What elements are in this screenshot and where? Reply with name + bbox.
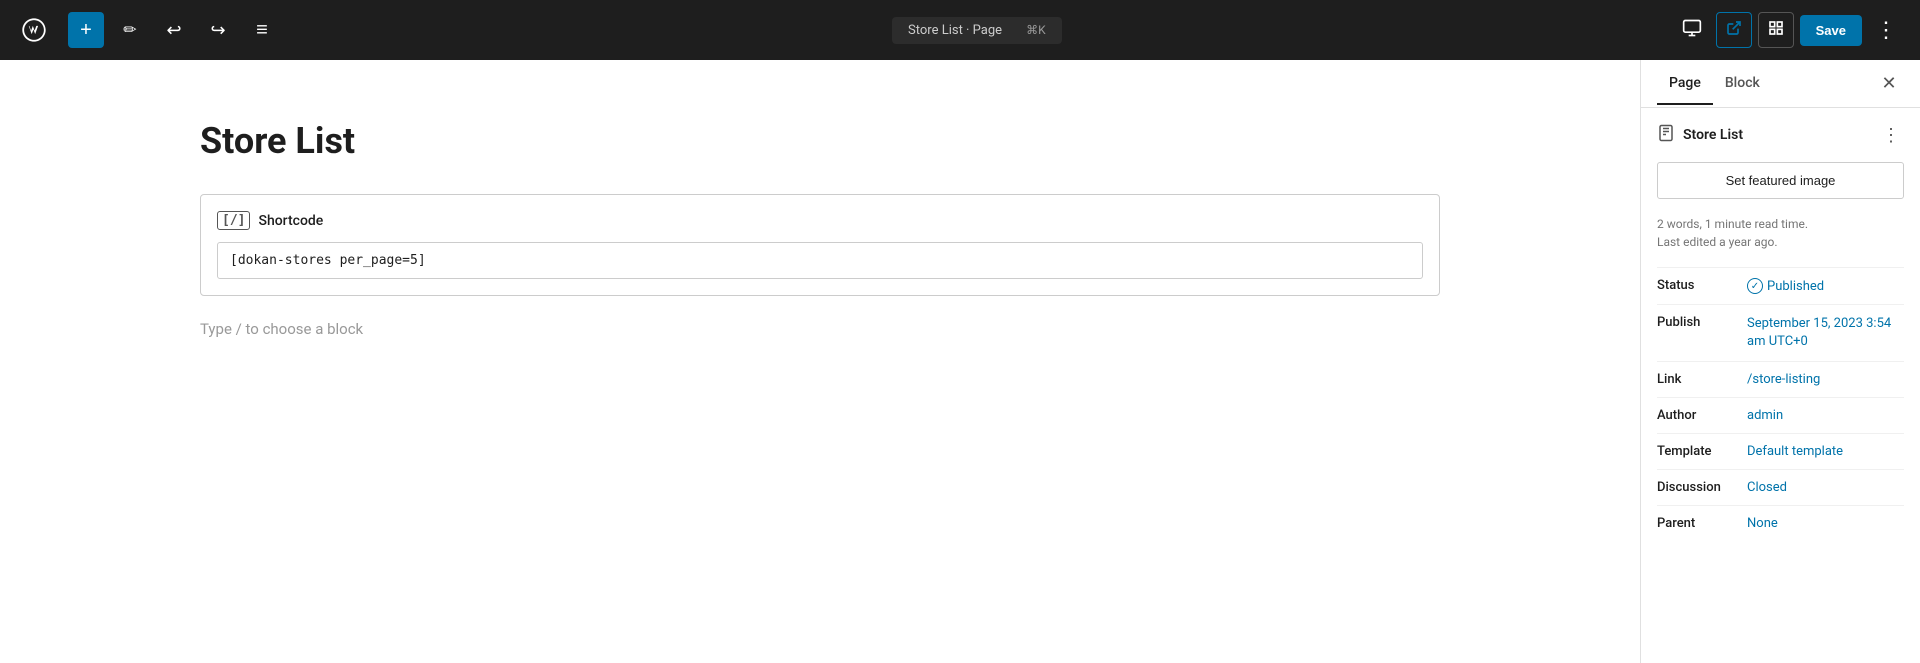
close-icon: ✕ [1881,73,1896,94]
parent-label: Parent [1657,516,1747,531]
settings-panel-button[interactable] [1758,12,1794,48]
external-link-icon [1726,20,1742,41]
edit-mode-button[interactable]: ✏ [112,12,148,48]
word-count-text: 2 words, 1 minute read time. [1657,215,1904,233]
publish-value[interactable]: September 15, 2023 3:54 am UTC+0 [1747,315,1904,351]
undo-button[interactable]: ↩ [156,12,192,48]
page-title-bar[interactable]: Store List · Page ⌘K [892,17,1062,44]
desktop-preview-button[interactable] [1674,12,1710,48]
sidebar-header: Page Block ✕ [1641,60,1920,108]
main-area: Store List [/] Shortcode Type / to choos… [0,60,1920,663]
shortcode-icon: [/] [217,211,250,230]
more-icon: ⋮ [1875,17,1897,43]
publish-label: Publish [1657,315,1747,330]
more-options-button[interactable]: ⋮ [1868,12,1904,48]
link-label: Link [1657,372,1747,387]
shortcode-block: [/] Shortcode [200,194,1440,296]
type-block-hint: Type / to choose a block [200,320,1440,338]
toolbar: + ✏ ↩ ↪ ≡ Store List · Page ⌘K [0,0,1920,60]
author-row: Author admin [1657,397,1904,433]
document-icon [1657,124,1675,146]
list-view-button[interactable]: ≡ [244,12,280,48]
sidebar: Page Block ✕ Store List ⋮ [1640,60,1920,663]
template-row: Template Default template [1657,433,1904,469]
parent-value[interactable]: None [1747,516,1904,531]
undo-icon: ↩ [166,20,181,41]
author-value[interactable]: admin [1747,408,1904,423]
list-icon: ≡ [256,19,268,42]
search-shortcut: ⌘K [1026,23,1046,37]
meta-description: 2 words, 1 minute read time. Last edited… [1657,215,1904,251]
preview-link-button[interactable] [1716,12,1752,48]
discussion-label: Discussion [1657,480,1747,495]
toolbar-center: Store List · Page ⌘K [288,17,1666,44]
page-heading: Store List [200,120,1440,162]
sidebar-body: Store List ⋮ Set featured image 2 words,… [1641,108,1920,663]
redo-button[interactable]: ↪ [200,12,236,48]
discussion-value[interactable]: Closed [1747,480,1904,495]
discussion-row: Discussion Closed [1657,469,1904,505]
page-title-text: Store List · Page [908,23,1002,38]
editor-area: Store List [/] Shortcode Type / to choos… [0,60,1640,663]
published-check-icon: ✓ [1747,278,1763,294]
tab-page[interactable]: Page [1657,63,1713,105]
shortcode-label: Shortcode [258,213,323,229]
toolbar-right: Save ⋮ [1674,12,1904,48]
status-label: Status [1657,278,1747,293]
template-label: Template [1657,444,1747,459]
template-value[interactable]: Default template [1747,444,1904,459]
desktop-icon [1682,18,1702,43]
author-label: Author [1657,408,1747,423]
tab-block[interactable]: Block [1713,63,1772,105]
status-value[interactable]: ✓ Published [1747,278,1904,294]
edit-icon: ✏ [123,20,136,40]
settings-icon [1768,20,1784,41]
status-row: Status ✓ Published [1657,267,1904,304]
last-edited-text: Last edited a year ago. [1657,233,1904,251]
save-button[interactable]: Save [1800,15,1862,46]
shortcode-input[interactable] [217,242,1423,279]
doc-title-row: Store List ⋮ [1657,124,1904,146]
redo-icon: ↪ [210,20,225,41]
set-featured-image-button[interactable]: Set featured image [1657,162,1904,199]
publish-row: Publish September 15, 2023 3:54 am UTC+0 [1657,304,1904,361]
doc-title: Store List [1683,127,1870,143]
add-block-button[interactable]: + [68,12,104,48]
wp-logo[interactable] [16,12,52,48]
link-value[interactable]: /store-listing [1747,372,1904,387]
link-row: Link /store-listing [1657,361,1904,397]
parent-row: Parent None [1657,505,1904,541]
doc-more-button[interactable]: ⋮ [1878,125,1904,146]
shortcode-header: [/] Shortcode [217,211,1423,230]
close-sidebar-button[interactable]: ✕ [1874,69,1904,99]
